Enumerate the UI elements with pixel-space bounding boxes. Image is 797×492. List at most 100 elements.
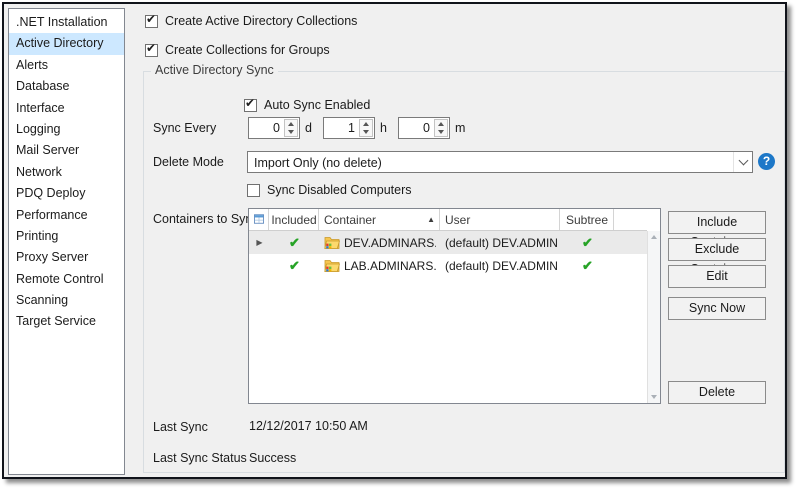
- column-header-label: Included: [271, 213, 316, 227]
- sync-days-stepper[interactable]: 0: [248, 117, 300, 139]
- ad-container-icon: [324, 259, 340, 272]
- containers-to-sync-label: Containers to Sync: [153, 212, 259, 226]
- sidebar-item-target-service[interactable]: Target Service: [9, 311, 124, 332]
- create-collections-groups-checkbox[interactable]: ✔ Create Collections for Groups: [145, 42, 330, 58]
- delete-mode-label: Delete Mode: [153, 155, 224, 169]
- sidebar-item-pdq-deploy[interactable]: PDQ Deploy: [9, 183, 124, 204]
- subtree-check-icon: ✔: [582, 236, 593, 249]
- sidebar-item-alerts[interactable]: Alerts: [9, 55, 124, 76]
- last-sync-status-label: Last Sync Status: [153, 451, 247, 465]
- stepper-buttons: [284, 119, 298, 137]
- include-container-button[interactable]: Include Container: [668, 211, 766, 234]
- stepper-up-button[interactable]: [435, 120, 447, 128]
- grid-vertical-scrollbar[interactable]: [647, 231, 660, 403]
- sync-disabled-computers-checkbox[interactable]: Sync Disabled Computers: [247, 182, 412, 198]
- sync-minutes-value[interactable]: 0: [399, 118, 433, 138]
- sidebar-item-proxy-server[interactable]: Proxy Server: [9, 247, 124, 268]
- checkbox-box: ✔: [145, 44, 158, 57]
- hours-unit-label: h: [380, 121, 387, 135]
- auto-sync-enabled-label: Auto Sync Enabled: [264, 98, 370, 112]
- sidebar-item-scanning[interactable]: Scanning: [9, 290, 124, 311]
- create-collections-groups-label: Create Collections for Groups: [165, 43, 330, 57]
- create-ad-collections-label: Create Active Directory Collections: [165, 14, 357, 28]
- subtree-check-icon: ✔: [582, 259, 593, 272]
- table-row[interactable]: ▶ ✔ DEV.A: [249, 231, 647, 254]
- stepper-up-button[interactable]: [285, 120, 297, 128]
- sidebar-item-network[interactable]: Network: [9, 162, 124, 183]
- sidebar-item-database[interactable]: Database: [9, 76, 124, 97]
- included-check-icon: ✔: [289, 236, 300, 249]
- sync-minutes-stepper[interactable]: 0: [398, 117, 450, 139]
- sidebar-item-performance[interactable]: Performance: [9, 205, 124, 226]
- included-check-icon: ✔: [289, 259, 300, 272]
- chevron-up-icon: [438, 122, 444, 126]
- chevron-up-icon: [288, 122, 294, 126]
- auto-sync-enabled-checkbox[interactable]: ✔ Auto Sync Enabled: [244, 97, 370, 113]
- settings-category-list: .NET Installation Active Directory Alert…: [8, 8, 125, 475]
- sidebar-item-interface[interactable]: Interface: [9, 98, 124, 119]
- stepper-buttons: [434, 119, 448, 137]
- sidebar-item-net-installation[interactable]: .NET Installation: [9, 12, 124, 33]
- scroll-down-icon: [651, 395, 657, 399]
- active-directory-sync-group: Active Directory Sync ✔ Auto Sync Enable…: [143, 71, 785, 473]
- create-ad-collections-checkbox[interactable]: ✔ Create Active Directory Collections: [145, 13, 357, 29]
- preferences-dialog: .NET Installation Active Directory Alert…: [2, 2, 787, 479]
- stepper-up-button[interactable]: [360, 120, 372, 128]
- stepper-down-button[interactable]: [360, 128, 372, 136]
- checkbox-box: ✔: [145, 15, 158, 28]
- delete-button[interactable]: Delete: [668, 381, 766, 404]
- current-row-pointer-icon: ▶: [256, 238, 262, 247]
- column-header-container[interactable]: Container ▲: [319, 209, 440, 230]
- sidebar-item-remote-control[interactable]: Remote Control: [9, 269, 124, 290]
- column-header-subtree[interactable]: Subtree: [560, 209, 614, 230]
- checkbox-box: [247, 184, 260, 197]
- days-unit-label: d: [305, 121, 312, 135]
- stepper-down-button[interactable]: [285, 128, 297, 136]
- user-name: DEV.ADMIN: [492, 236, 558, 250]
- user-default: (default): [445, 236, 489, 250]
- group-title: Active Directory Sync: [151, 63, 278, 77]
- sidebar-item-logging[interactable]: Logging: [9, 119, 124, 140]
- chevron-down-icon: [363, 130, 369, 134]
- column-header-label: User: [445, 213, 470, 227]
- table-icon: [254, 213, 264, 225]
- chevron-down-icon: [288, 130, 294, 134]
- sort-ascending-icon: ▲: [427, 213, 435, 224]
- column-header-included[interactable]: Included: [269, 209, 319, 230]
- sync-days-value[interactable]: 0: [249, 118, 283, 138]
- chevron-down-icon: [438, 130, 444, 134]
- chevron-down-icon: [738, 155, 748, 165]
- screenshot-stage: .NET Installation Active Directory Alert…: [0, 0, 797, 492]
- exclude-container-button[interactable]: Exclude Container: [668, 238, 766, 261]
- sync-hours-stepper[interactable]: 1: [323, 117, 375, 139]
- user-default: (default): [445, 259, 489, 273]
- sync-now-button[interactable]: Sync Now: [668, 297, 766, 320]
- grid-header-row: Included Container ▲ User Subtree: [249, 209, 647, 231]
- last-sync-value: 12/12/2017 10:50 AM: [249, 419, 368, 433]
- column-header-user[interactable]: User: [440, 209, 560, 230]
- column-header-label: Container: [324, 213, 376, 227]
- edit-button[interactable]: Edit: [668, 265, 766, 288]
- sync-disabled-computers-label: Sync Disabled Computers: [267, 183, 412, 197]
- sidebar-item-active-directory[interactable]: Active Directory: [9, 33, 124, 54]
- stepper-buttons: [359, 119, 373, 137]
- column-header-filler: [614, 209, 647, 230]
- check-icon: ✔: [146, 41, 156, 55]
- delete-mode-dropdown[interactable]: Import Only (no delete): [247, 151, 753, 173]
- last-sync-label: Last Sync: [153, 420, 208, 434]
- last-sync-status-value: Success: [249, 451, 296, 465]
- dropdown-arrow[interactable]: [733, 152, 752, 172]
- check-icon: ✔: [245, 96, 255, 110]
- container-name: DEV.ADMINARS...: [344, 236, 436, 250]
- help-icon[interactable]: ?: [758, 153, 775, 170]
- select-all-corner-button[interactable]: [249, 209, 269, 230]
- stepper-down-button[interactable]: [435, 128, 447, 136]
- sidebar-item-printing[interactable]: Printing: [9, 226, 124, 247]
- user-name: DEV.ADMIN: [492, 259, 558, 273]
- scroll-up-icon: [651, 235, 657, 239]
- check-icon: ✔: [146, 12, 156, 26]
- sync-hours-value[interactable]: 1: [324, 118, 358, 138]
- sidebar-item-mail-server[interactable]: Mail Server: [9, 140, 124, 161]
- chevron-up-icon: [363, 122, 369, 126]
- table-row[interactable]: ✔ LAB.ADMINARS...: [249, 254, 647, 277]
